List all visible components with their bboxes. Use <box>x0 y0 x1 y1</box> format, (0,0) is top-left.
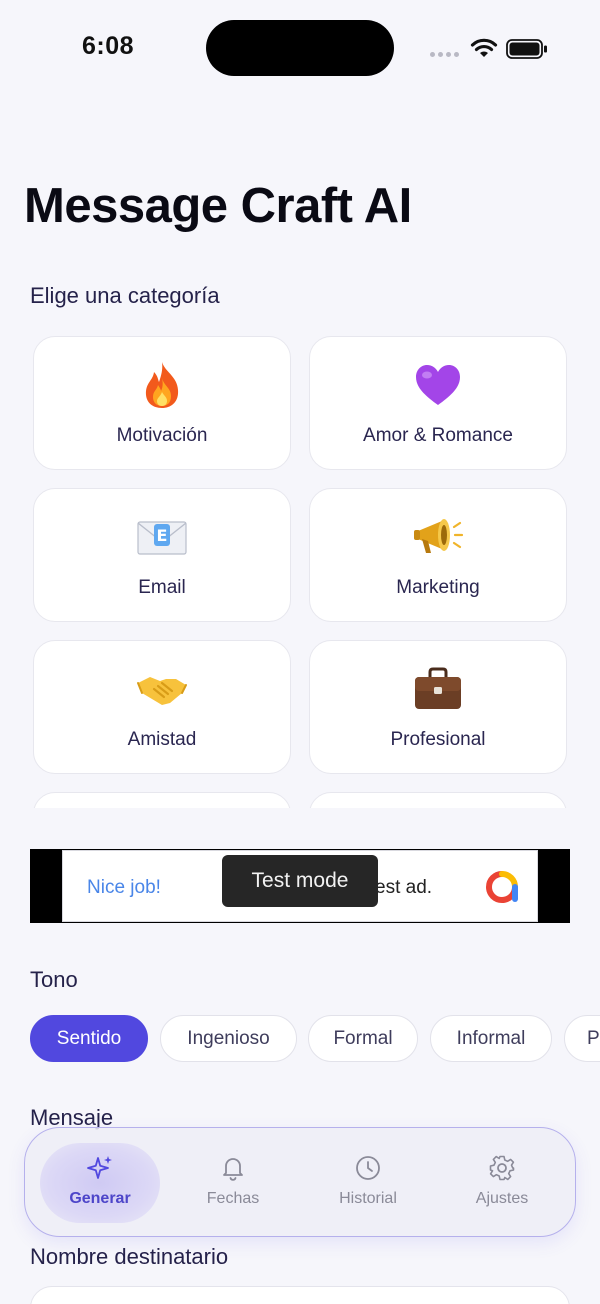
category-card-amistad[interactable]: Amistad <box>33 640 291 774</box>
category-section-label: Elige una categoría <box>30 283 220 308</box>
ad-body-text: est ad. <box>375 877 433 898</box>
category-card-partial[interactable] <box>33 792 291 808</box>
tone-chip-row[interactable]: Sentido Ingenioso Formal Informal P <box>30 1015 600 1063</box>
category-label: Profesional <box>390 729 486 750</box>
category-card-amor-romance[interactable]: Amor & Romance <box>309 336 567 470</box>
wifi-icon <box>470 38 498 57</box>
battery-icon <box>506 39 547 59</box>
tab-label: Ajustes <box>475 1190 529 1207</box>
category-label: Amor & Romance <box>363 425 513 446</box>
tone-section-label: Tono <box>30 967 78 992</box>
tab-label: Historial <box>339 1190 397 1207</box>
purple-heart-icon <box>414 359 462 411</box>
dynamic-island <box>206 20 394 76</box>
svg-text:E: E <box>157 526 168 545</box>
ad-logo-icon <box>486 871 518 903</box>
fire-icon <box>139 359 185 411</box>
test-mode-toast: Test mode <box>222 855 378 907</box>
category-label: Email <box>138 577 186 598</box>
status-bar: 6:08 <box>0 0 600 96</box>
tone-chip-sentido[interactable]: Sentido <box>30 1015 148 1062</box>
megaphone-icon <box>412 511 464 563</box>
tone-chip-ingenioso[interactable]: Ingenioso <box>160 1015 297 1062</box>
recipient-name-input[interactable] <box>30 1286 570 1304</box>
bell-icon <box>223 1158 243 1181</box>
tab-ajustes[interactable]: Ajustes <box>437 1154 567 1208</box>
ad-headline: Nice job! <box>87 877 161 898</box>
status-time: 6:08 <box>82 32 135 60</box>
category-grid[interactable]: Motivación Amor & Romance E Email Market… <box>0 326 600 808</box>
tone-chip-partial[interactable]: P <box>564 1015 600 1062</box>
tone-chip-informal[interactable]: Informal <box>430 1015 552 1062</box>
tab-fechas[interactable]: Fechas <box>168 1154 298 1208</box>
envelope-icon: E <box>137 511 187 563</box>
category-label: Amistad <box>127 729 197 750</box>
handshake-icon <box>136 663 188 715</box>
tab-historial[interactable]: Historial <box>303 1154 433 1208</box>
category-card-partial[interactable] <box>309 792 567 808</box>
page-title: Message Craft AI <box>24 179 412 233</box>
category-label: Marketing <box>396 577 480 598</box>
briefcase-icon <box>413 663 463 715</box>
gear-icon <box>489 1155 515 1181</box>
recipient-section-label: Nombre destinatario <box>30 1244 229 1269</box>
clock-icon <box>356 1156 380 1180</box>
tone-chip-formal[interactable]: Formal <box>308 1015 418 1062</box>
category-card-email[interactable]: E Email <box>33 488 291 622</box>
bottom-tab-bar: Generar Fechas Historial Ajustes <box>24 1127 576 1237</box>
category-card-profesional[interactable]: Profesional <box>309 640 567 774</box>
tab-label: Fechas <box>206 1190 260 1207</box>
category-label: Motivación <box>116 425 208 446</box>
sparkles-icon <box>87 1156 112 1179</box>
cellular-signal-icon <box>430 52 459 57</box>
category-card-marketing[interactable]: Marketing <box>309 488 567 622</box>
tab-generar[interactable]: Generar <box>35 1154 165 1208</box>
tab-label: Generar <box>69 1190 131 1207</box>
category-card-motivacion[interactable]: Motivación <box>33 336 291 470</box>
